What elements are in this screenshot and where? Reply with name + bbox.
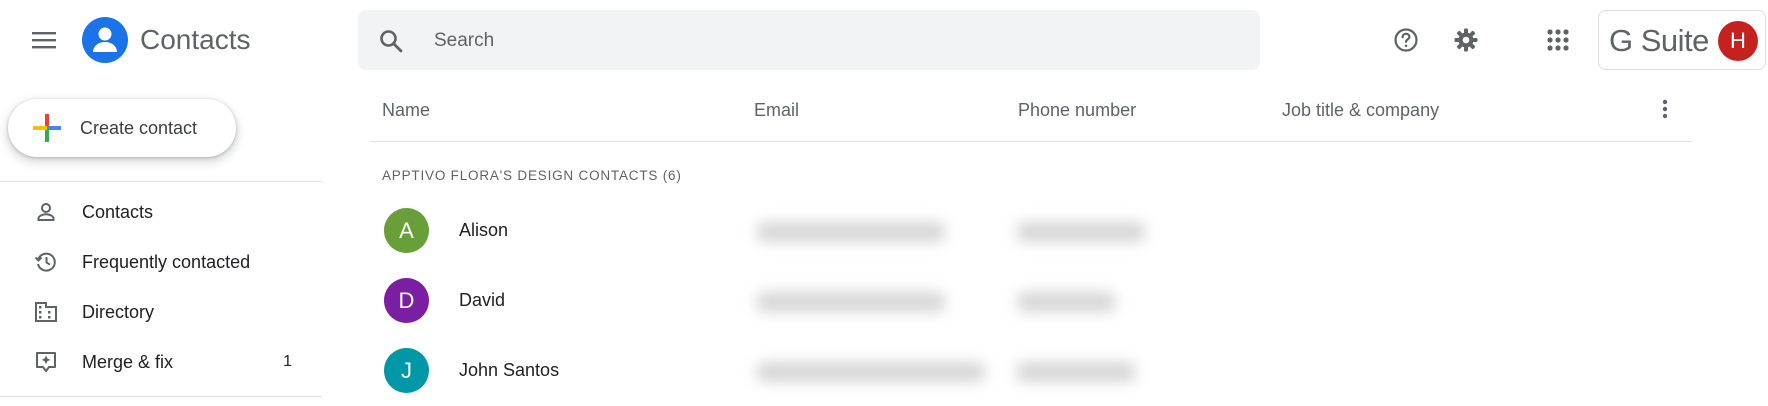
search-bar[interactable] (358, 10, 1260, 70)
blurred-email (756, 292, 946, 312)
blurred-email (756, 222, 946, 242)
plus-icon (30, 111, 64, 145)
column-header-email[interactable]: Email (754, 100, 799, 121)
search-input[interactable] (432, 24, 1216, 58)
contact-name[interactable]: John Santos (459, 360, 559, 381)
contact-group-label: APPTIVO FLORA'S DESIGN CONTACTS (6) (382, 168, 682, 183)
contact-name[interactable]: David (459, 290, 505, 311)
building-icon (33, 299, 59, 325)
sidebar-item-directory[interactable]: Directory (0, 287, 322, 337)
contact-avatar[interactable]: J (384, 348, 429, 393)
sidebar-item-frequently-contacted[interactable]: Frequently contacted (0, 237, 322, 287)
sidebar-item-label: Contacts (82, 201, 154, 222)
app-title[interactable]: Contacts (140, 22, 251, 58)
create-contact-label: Create contact (80, 117, 198, 138)
table-header-divider (370, 141, 1692, 142)
help-button[interactable] (1384, 18, 1428, 62)
blurred-phone (1016, 222, 1146, 242)
sidebar-item-label: Directory (82, 301, 155, 322)
sidebar-divider (0, 181, 322, 182)
merge-fix-count: 1 (283, 353, 292, 370)
account-switcher[interactable]: G Suite H (1598, 10, 1766, 70)
create-contact-button[interactable]: Create contact (8, 99, 236, 157)
merge-fix-icon (33, 349, 59, 375)
apps-grid-icon (1547, 29, 1569, 51)
more-options-button[interactable] (1650, 94, 1680, 124)
help-icon (1394, 28, 1418, 52)
gear-icon (1454, 28, 1478, 52)
person-icon (33, 199, 59, 225)
apps-button[interactable] (1536, 18, 1580, 62)
blurred-phone (1016, 292, 1116, 312)
blurred-phone (1016, 362, 1136, 382)
column-header-job-title[interactable]: Job title & company (1282, 100, 1439, 121)
gsuite-logo: G Suite (1609, 23, 1709, 58)
contact-avatar[interactable]: A (384, 208, 429, 253)
account-avatar[interactable]: H (1718, 21, 1758, 61)
sidebar-item-contacts[interactable]: Contacts (0, 187, 322, 237)
search-icon[interactable] (378, 28, 404, 59)
column-header-name[interactable]: Name (382, 100, 430, 121)
table-row[interactable]: J John Santos (370, 336, 1690, 406)
column-header-phone[interactable]: Phone number (1018, 100, 1136, 121)
table-row[interactable]: A Alison (370, 196, 1690, 266)
contact-avatar[interactable]: D (384, 278, 429, 323)
settings-button[interactable] (1444, 18, 1488, 62)
sidebar-divider (0, 396, 322, 397)
table-row[interactable]: D David (370, 266, 1690, 336)
sidebar-item-merge-fix[interactable]: Merge & fix 1 (0, 337, 322, 387)
more-vert-icon (1662, 99, 1668, 119)
contact-name[interactable]: Alison (459, 220, 508, 241)
blurred-email (756, 362, 986, 382)
contacts-logo-icon (82, 17, 128, 63)
history-icon (33, 249, 59, 275)
main-menu-button[interactable] (22, 18, 66, 62)
hamburger-menu-icon (32, 32, 56, 49)
sidebar-item-label: Merge & fix (82, 351, 174, 372)
sidebar-item-label: Frequently contacted (82, 251, 251, 272)
